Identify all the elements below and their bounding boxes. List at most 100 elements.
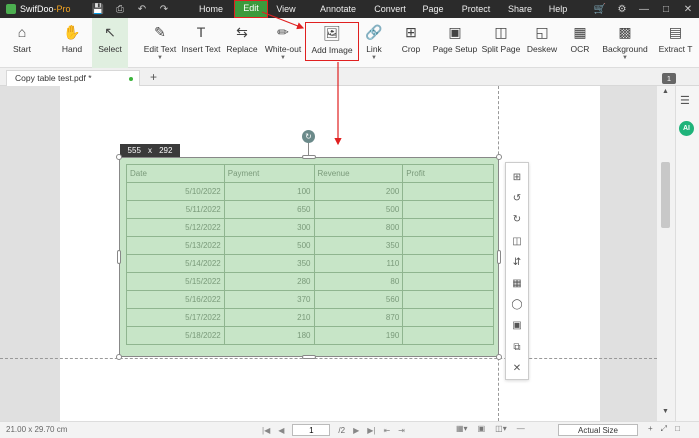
start-button[interactable]: ⌂ Start <box>4 18 40 68</box>
image-icon: 🖼 <box>323 25 341 41</box>
scroll-up-icon[interactable]: ▲ <box>662 88 669 95</box>
replace-button[interactable]: ⇆ Replace <box>224 18 260 68</box>
table-cell: 5/15/2022 <box>126 272 225 291</box>
print-icon[interactable]: ⎙ <box>110 4 130 15</box>
app-logo: SwifDoo -Pro <box>0 4 88 14</box>
save-icon[interactable]: 💾 <box>88 4 108 15</box>
white-out-button[interactable]: ✏ White-out ▼ <box>262 18 304 68</box>
minimize-icon[interactable]: — <box>633 4 655 15</box>
rotate-left-icon[interactable]: ↺ <box>508 188 526 209</box>
document-tab[interactable]: Copy table test.pdf * <box>6 70 140 86</box>
maximize-icon[interactable]: □ <box>655 4 677 15</box>
menu-edit[interactable]: Edit <box>234 0 268 18</box>
shopping-basket-icon[interactable]: 🛒 <box>589 4 611 15</box>
scroll-down-icon[interactable]: ▼ <box>662 408 669 415</box>
table-cell: 5/10/2022 <box>126 182 225 201</box>
resize-handle-top[interactable] <box>302 155 316 159</box>
menu-share[interactable]: Share <box>500 0 540 18</box>
split-page-button[interactable]: ◫ Split Page <box>480 18 522 68</box>
link-button[interactable]: 🔗 Link ▼ <box>360 18 388 68</box>
table-cell: 100 <box>223 182 315 201</box>
ai-assistant-icon[interactable]: AI <box>679 121 694 136</box>
extract-label: Extract T <box>658 44 693 54</box>
table-cell: 110 <box>313 254 404 273</box>
ocr-button[interactable]: ▦ OCR <box>566 18 594 68</box>
single-page-view-icon[interactable]: ▦▾ <box>456 424 468 433</box>
table-cell: 800 <box>313 218 404 237</box>
extract-button[interactable]: ▤ Extract T <box>652 18 699 68</box>
hand-button[interactable]: ✋ Hand <box>54 18 90 68</box>
menu-convert[interactable]: Convert <box>366 0 414 18</box>
flip-horizontal-icon[interactable]: ◫ <box>508 231 526 252</box>
redo-icon[interactable]: ↷ <box>154 4 174 15</box>
rotate-right-icon[interactable]: ↻ <box>508 209 526 230</box>
resize-handle-bottom-left[interactable] <box>116 354 122 360</box>
table-cell: 300 <box>223 218 315 237</box>
menu-protect[interactable]: Protect <box>452 0 500 18</box>
table-cell <box>402 182 494 201</box>
adjust-settings-icon[interactable]: ☰ <box>680 94 690 107</box>
extract-image-icon[interactable]: ⧉ <box>508 337 526 358</box>
table-row: 5/11/2022 650 500 <box>126 200 494 219</box>
resize-handle-bottom[interactable] <box>302 355 316 359</box>
right-side-panel: ☰ AI <box>675 86 699 421</box>
resize-handle-top-left[interactable] <box>116 154 122 160</box>
deskew-button[interactable]: ◱ Deskew <box>524 18 560 68</box>
next-view-icon[interactable]: ⇥ <box>398 426 405 435</box>
menu-page[interactable]: Page <box>414 0 452 18</box>
extract-icon: ▤ <box>668 24 683 40</box>
vertical-scrollbar[interactable]: ▲ ▼ <box>657 86 675 421</box>
opacity-icon[interactable]: ◯ <box>508 294 526 315</box>
column-header: Payment <box>223 164 315 183</box>
scrollbar-thumb[interactable] <box>661 162 670 228</box>
select-button[interactable]: ↖ Select <box>92 18 128 68</box>
crop-label: Crop <box>401 44 421 54</box>
close-icon[interactable]: ✕ <box>677 4 699 15</box>
zoom-level-select[interactable]: Actual Size <box>558 424 638 436</box>
page-setup-button[interactable]: ▣ Page Setup <box>432 18 478 68</box>
deskew-label: Deskew <box>526 44 558 54</box>
menu-view[interactable]: View <box>268 0 304 18</box>
fit-page-icon[interactable]: ▣ <box>478 424 486 433</box>
two-page-view-icon[interactable]: ◫▾ <box>495 424 507 433</box>
delete-icon[interactable]: ✕ <box>508 358 526 379</box>
undo-icon[interactable]: ↶ <box>132 4 152 15</box>
align-icon[interactable]: ▣ <box>508 315 526 336</box>
next-page-icon[interactable]: ▶ <box>353 426 359 435</box>
table-cell: 5/18/2022 <box>126 326 225 345</box>
page-number-input[interactable] <box>292 424 331 436</box>
resize-handle-bottom-right[interactable] <box>496 354 502 360</box>
last-page-icon[interactable]: ▶| <box>367 426 375 435</box>
replace-icon: ⇆ <box>236 24 248 40</box>
add-image-button[interactable]: 🖼 Add Image <box>305 22 359 61</box>
flip-vertical-icon[interactable]: ⇵ <box>508 252 526 273</box>
prev-page-icon[interactable]: ◀ <box>278 426 284 435</box>
fullscreen-icon[interactable]: ⤢ <box>661 424 667 434</box>
inserted-image[interactable]: Date Payment Revenue Profit 5/10/2022 100… <box>119 157 499 357</box>
rotate-handle-icon[interactable]: ↻ <box>302 130 315 143</box>
crop-button[interactable]: ⊞ Crop <box>396 18 426 68</box>
resize-handle-right[interactable] <box>497 250 501 264</box>
zoom-out-icon[interactable]: — <box>517 424 525 433</box>
menu-annotate[interactable]: Annotate <box>310 0 366 18</box>
table-cell: 5/16/2022 <box>126 290 225 309</box>
replace-image-icon[interactable]: ▦ <box>508 273 526 294</box>
insert-text-button[interactable]: T Insert Text <box>180 18 222 68</box>
resize-handle-top-right[interactable] <box>496 154 502 160</box>
crop-image-icon[interactable]: ⊞ <box>508 167 526 188</box>
first-page-icon[interactable]: |◀ <box>262 426 270 435</box>
settings-icon[interactable]: ⚙ <box>611 4 633 15</box>
background-button[interactable]: ▩ Background ▼ <box>602 18 648 68</box>
expand-icon[interactable]: □ <box>675 424 680 434</box>
zoom-in-icon[interactable]: + <box>648 424 653 434</box>
previous-view-icon[interactable]: ⇤ <box>383 426 390 435</box>
table-cell: 190 <box>313 326 404 345</box>
crop-icon: ⊞ <box>405 24 417 40</box>
table-cell: 5/17/2022 <box>126 308 225 327</box>
menu-help[interactable]: Help <box>540 0 576 18</box>
column-header: Revenue <box>313 164 404 183</box>
edit-text-button[interactable]: ✎ Edit Text ▼ <box>140 18 180 68</box>
menu-home[interactable]: Home <box>188 0 234 18</box>
add-tab-icon[interactable]: + <box>150 70 157 84</box>
resize-handle-left[interactable] <box>117 250 121 264</box>
